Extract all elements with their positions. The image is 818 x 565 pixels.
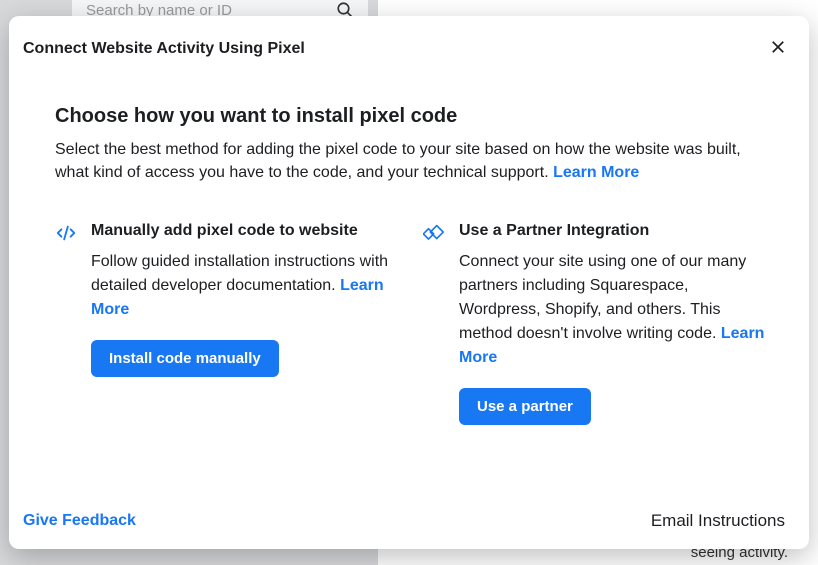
modal-body: Choose how you want to install pixel cod… [9, 73, 809, 497]
modal-title: Connect Website Activity Using Pixel [23, 40, 305, 58]
partner-icon [423, 222, 445, 244]
code-icon [55, 222, 77, 244]
options-row: Manually add pixel code to website Follo… [55, 220, 767, 425]
close-button[interactable] [765, 34, 791, 63]
email-instructions-link[interactable]: Email Instructions [651, 511, 785, 531]
learn-more-link-top[interactable]: Learn More [553, 164, 639, 181]
close-icon [769, 38, 787, 56]
option-manual-desc: Follow guided installation instructions … [91, 250, 399, 322]
option-partner: Use a Partner Integration Connect your s… [423, 220, 767, 425]
option-partner-desc-text: Connect your site using one of our many … [459, 253, 746, 342]
modal-footer: Give Feedback Email Instructions [9, 497, 809, 549]
use-partner-button[interactable]: Use a partner [459, 388, 591, 425]
option-manual-title: Manually add pixel code to website [91, 220, 399, 242]
option-manual-content: Manually add pixel code to website Follo… [91, 220, 399, 425]
option-partner-title: Use a Partner Integration [459, 220, 767, 242]
page-subtext: Select the best method for adding the pi… [55, 138, 767, 184]
give-feedback-link[interactable]: Give Feedback [23, 512, 136, 530]
modal-header: Connect Website Activity Using Pixel [9, 16, 809, 73]
option-partner-content: Use a Partner Integration Connect your s… [459, 220, 767, 425]
option-partner-desc: Connect your site using one of our many … [459, 250, 767, 370]
option-manual: Manually add pixel code to website Follo… [55, 220, 399, 425]
pixel-setup-modal: Connect Website Activity Using Pixel Cho… [9, 16, 809, 549]
page-heading: Choose how you want to install pixel cod… [55, 105, 767, 128]
install-manually-button[interactable]: Install code manually [91, 340, 279, 377]
